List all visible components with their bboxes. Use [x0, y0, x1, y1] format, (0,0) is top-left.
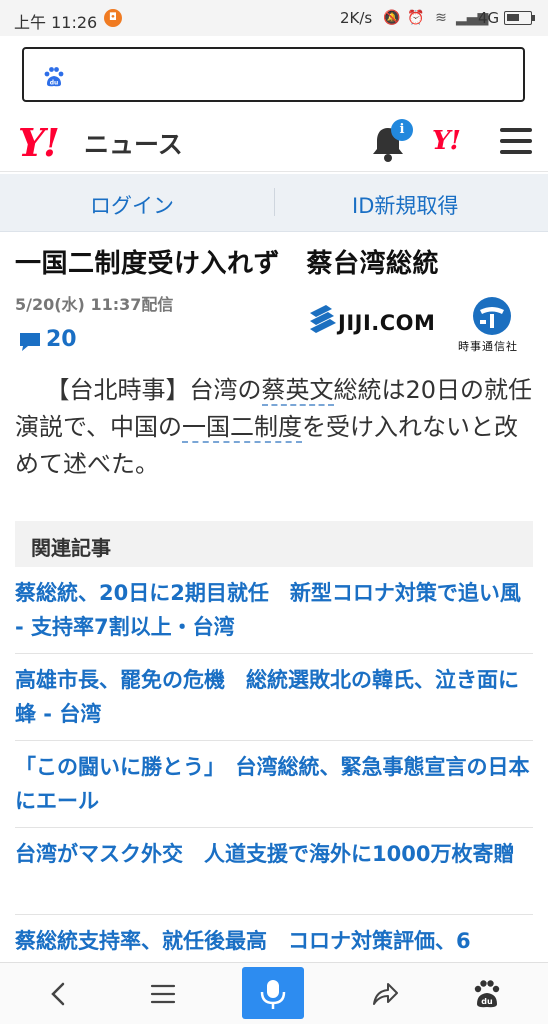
article-title: 一国二制度受け入れず 蔡台湾総統	[15, 249, 440, 279]
related-item[interactable]: 台湾がマスク外交 人道支援で海外に1000万枚寄贈	[15, 837, 533, 915]
notification-icon: ◘	[104, 9, 122, 27]
network-speed: 2K/s	[340, 9, 373, 27]
network-type: 4G	[478, 9, 500, 27]
keyword-link[interactable]: 蔡英文	[261, 376, 334, 406]
mute-icon: 🔕	[383, 10, 401, 26]
share-icon[interactable]	[368, 977, 402, 1011]
microphone-icon	[260, 980, 286, 1009]
signal-icon: ▂▄▆	[456, 10, 489, 26]
jiji-emblem-icon[interactable]	[472, 296, 512, 336]
battery-level	[507, 14, 519, 21]
wifi-icon: ≋	[435, 10, 447, 26]
voice-search-button[interactable]	[242, 967, 304, 1019]
bottom-nav: du	[0, 962, 548, 1024]
comment-count: 20	[46, 327, 77, 352]
back-icon[interactable]	[42, 977, 76, 1011]
baidu-paw-icon[interactable]: du	[470, 977, 504, 1011]
yahoo-top-link[interactable]: Y!	[432, 126, 461, 156]
news-logo-text[interactable]: ニュース	[84, 125, 183, 161]
body-text: 【台北時事】台湾の	[45, 376, 262, 404]
yahoo-logo[interactable]: Y!	[18, 120, 60, 165]
search-input[interactable]: du	[22, 47, 525, 102]
site-header: Y! ニュース i Y!	[0, 112, 548, 172]
related-item[interactable]: 蔡総統、20日に2期目就任 新型コロナ対策で追い風 - 支持率7割以上・台湾	[15, 576, 533, 654]
related-item[interactable]: 蔡総統支持率、就任後最高 コロナ対策評価、6	[15, 924, 533, 962]
menu-list-icon[interactable]	[146, 977, 180, 1011]
keyword-link[interactable]: 一国二制度	[182, 413, 303, 443]
article-date: 5/20(水) 11:37配信	[15, 295, 174, 314]
battery-tip	[532, 15, 535, 21]
related-item[interactable]: 高雄市長、罷免の危機 総統選敗北の韓氏、泣き面に蜂 - 台湾	[15, 663, 533, 741]
svg-text:du: du	[50, 80, 59, 87]
source-name: 時事通信社	[458, 340, 518, 353]
jiji-logo-text: JIJI.COM	[338, 311, 436, 335]
login-link[interactable]: ログイン	[90, 190, 174, 220]
menu-icon[interactable]	[500, 128, 532, 156]
login-bar: ログイン ID新規取得	[0, 174, 548, 232]
divider	[274, 188, 275, 216]
related-heading: 関連記事	[15, 521, 533, 567]
svg-text:du: du	[481, 997, 493, 1006]
register-link[interactable]: ID新規取得	[352, 190, 458, 220]
article-body: 【台北時事】台湾の蔡英文総統は20日の就任演説で、中国の一国二制度を受け入れない…	[15, 372, 535, 483]
alarm-icon: ⏰	[407, 10, 425, 26]
related-item[interactable]: 「この闘いに勝とう」 台湾総統、緊急事態宣言の日本にエール	[15, 750, 533, 828]
related-heading-label: 関連記事	[31, 536, 111, 560]
status-bar: 上午 11:26 ◘ 2K/s 🔕 ⏰ ≋ ▂▄▆ 4G	[0, 0, 548, 36]
notification-badge: i	[391, 119, 413, 141]
comment-icon	[20, 333, 40, 351]
battery-icon	[504, 11, 532, 25]
status-time: 上午 11:26	[14, 13, 98, 32]
baidu-paw-icon: du	[44, 67, 64, 87]
jiji-logo[interactable]: JIJI.COM	[306, 303, 458, 341]
jiji-stripes-icon	[310, 305, 336, 333]
